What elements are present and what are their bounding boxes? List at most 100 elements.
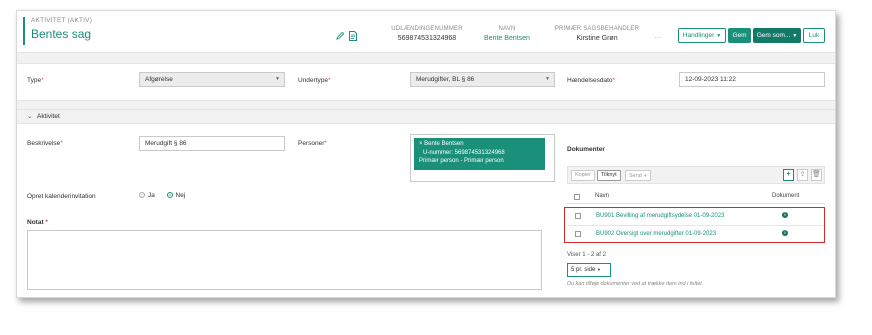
- aktivitet-section-header[interactable]: ⌄ Aktivitet: [17, 110, 835, 124]
- undertype-label-text: Undertype: [298, 77, 328, 84]
- select-all-checkbox[interactable]: [574, 194, 580, 200]
- document-icon[interactable]: [348, 31, 358, 42]
- type-value: Afgørelse: [145, 76, 173, 83]
- required-mark: *: [324, 140, 327, 147]
- caret-down-icon: ▼: [716, 33, 722, 39]
- beskrivelse-input[interactable]: Merudgift § 86: [139, 136, 285, 151]
- table-row[interactable]: BU902 Oversigt over merudgifter 01-09-20…: [568, 225, 823, 242]
- undertype-value: Merudgifter, BL § 86: [416, 76, 475, 83]
- separator: [17, 53, 835, 63]
- beskrivelse-value: Merudgift § 86: [145, 140, 187, 147]
- kalender-label: Opret kalenderinvitation: [27, 193, 96, 200]
- type-label-text: Type: [27, 77, 42, 84]
- chevron-down-icon: ▼: [275, 76, 280, 82]
- navn-link[interactable]: Bente Bentsen: [467, 35, 547, 42]
- document-link[interactable]: BU902 Oversigt over merudgifter 01-09-20…: [596, 231, 716, 237]
- table-row[interactable]: BU901 Bevilling af merudgiftsydelse 01-0…: [568, 208, 823, 225]
- required-mark: *: [328, 77, 331, 84]
- per-page-value: 5 pr. side: [571, 267, 596, 273]
- title-block: AKTIVITET (AKTIV) Bentes sag: [23, 17, 92, 45]
- dokumenter-panel: Kopier Tilknyt Send ▼ + ⇪ 🗑 Navn Dokumen…: [564, 166, 825, 296]
- chevron-down-icon: ⌄: [27, 113, 33, 120]
- app-window: AKTIVITET (AKTIV) Bentes sag UDLÆNDINGEN…: [16, 10, 836, 298]
- row-checkbox[interactable]: [575, 231, 581, 237]
- udlaendingenummer-meta: UDLÆNDINGENUMMER 569874531324968: [377, 26, 477, 42]
- person-unummer: U-nummer: 569874531324968: [423, 149, 505, 156]
- highlighted-rows: BU901 Bevilling af merudgiftsydelse 01-0…: [564, 207, 825, 243]
- document-link[interactable]: BU901 Bevilling af merudgiftsydelse 01-0…: [596, 213, 724, 219]
- luk-label: Luk: [808, 32, 820, 39]
- haendelsesdato-label-text: Hændelsesdato: [567, 77, 613, 84]
- trash-icon[interactable]: 🗑: [811, 169, 822, 181]
- meta-value: Kirstine Grøn: [576, 35, 618, 42]
- upload-icon[interactable]: ⇪: [797, 169, 808, 181]
- meta-label: NAVN: [498, 26, 516, 32]
- gem-button[interactable]: Gem: [728, 28, 751, 43]
- documents-toolbar: Kopier Tilknyt Send ▼ + ⇪ 🗑: [567, 166, 825, 184]
- required-mark: *: [612, 77, 616, 84]
- personer-label-text: Personer: [298, 140, 325, 147]
- gem-som-button[interactable]: Gem som... ▼: [753, 28, 801, 43]
- gem-som-label: Gem som...: [756, 32, 791, 39]
- col-navn: Navn: [595, 193, 610, 199]
- notat-label-text: Notat: [27, 219, 44, 226]
- navn-meta: NAVN Bente Bentsen: [467, 26, 547, 42]
- pencil-icon[interactable]: [335, 31, 345, 42]
- caret-down-icon: ▼: [643, 173, 648, 178]
- person-name: × Bente Bentsen: [419, 141, 464, 147]
- documents-table-header: Navn Dokument: [567, 190, 825, 204]
- activity-status-label: AKTIVITET (AKTIV): [31, 17, 93, 24]
- undertype-label: Undertype*: [298, 77, 331, 84]
- page-title: Bentes sag: [31, 27, 92, 41]
- tilknyt-button[interactable]: Tilknyt: [597, 170, 621, 181]
- chevron-down-icon: ▼: [597, 267, 601, 272]
- type-row: Type* Afgørelse ▼ Undertype* Merudgifter,…: [17, 63, 835, 101]
- more-icon[interactable]: ···: [654, 33, 662, 42]
- personer-field[interactable]: × Bente Bentsen U-nummer: 56987453132496…: [410, 134, 555, 182]
- kopier-button[interactable]: Kopier: [571, 170, 595, 181]
- radio-ja[interactable]: [139, 192, 145, 198]
- haendelsesdato-input[interactable]: 12-09-2023 11:22: [679, 72, 825, 87]
- pagination-summary: Viser 1 - 2 af 2: [567, 252, 606, 258]
- row-checkbox[interactable]: [575, 213, 581, 219]
- send-button[interactable]: Send ▼: [625, 170, 652, 181]
- meta-label: UDLÆNDINGENUMMER: [391, 26, 463, 32]
- gem-label: Gem: [732, 32, 747, 39]
- per-page-select[interactable]: 5 pr. side ▼: [567, 263, 611, 277]
- header: AKTIVITET (AKTIV) Bentes sag UDLÆNDINGEN…: [17, 11, 835, 53]
- type-select[interactable]: Afgørelse ▼: [139, 72, 285, 87]
- person-role: Primær person - Primær person: [419, 158, 504, 164]
- notat-textarea[interactable]: [27, 230, 542, 290]
- notat-label: Notat *: [27, 219, 48, 226]
- required-mark: *: [41, 77, 44, 84]
- handlinger-button[interactable]: Handlinger ▼: [678, 28, 726, 43]
- meta-value: 569874531324968: [397, 35, 457, 42]
- add-icon[interactable]: +: [783, 169, 794, 181]
- personer-label: Personer*: [298, 140, 327, 147]
- col-dokument: Dokument: [772, 193, 800, 199]
- haendelsesdato-value: 12-09-2023 11:22: [685, 76, 736, 83]
- aktivitet-section: ⌄ Aktivitet Beskrivelse* Merudgift § 86 …: [17, 109, 835, 297]
- luk-button[interactable]: Luk: [803, 28, 825, 43]
- section-title: Aktivitet: [37, 113, 60, 120]
- meta-label: PRIMÆR SAGSBEHANDLER: [554, 26, 640, 32]
- info-icon[interactable]: i: [782, 212, 788, 218]
- send-label: Send: [629, 173, 642, 179]
- person-tag[interactable]: × Bente Bentsen U-nummer: 56987453132496…: [414, 138, 545, 170]
- ja-label: Ja: [148, 192, 155, 199]
- drag-hint: Du kan tilføje dokumenter ved at trække …: [567, 281, 704, 287]
- separator: [17, 101, 835, 109]
- beskrivelse-label-text: Beskrivelse: [27, 140, 61, 147]
- info-icon[interactable]: i: [782, 230, 788, 236]
- nej-label: Nej: [175, 192, 186, 199]
- kalender-radio-group: Ja Nej: [139, 192, 185, 199]
- radio-nej[interactable]: [166, 192, 173, 198]
- required-mark: *: [60, 140, 63, 147]
- haendelsesdato-label: Hændelsesdato*: [567, 77, 615, 84]
- beskrivelse-label: Beskrivelse*: [27, 140, 63, 147]
- required-mark: *: [45, 219, 48, 226]
- chevron-down-icon: ▼: [545, 76, 550, 82]
- caret-down-icon: ▼: [792, 33, 798, 39]
- undertype-select[interactable]: Merudgifter, BL § 86 ▼: [410, 72, 555, 87]
- type-label: Type*: [27, 77, 44, 84]
